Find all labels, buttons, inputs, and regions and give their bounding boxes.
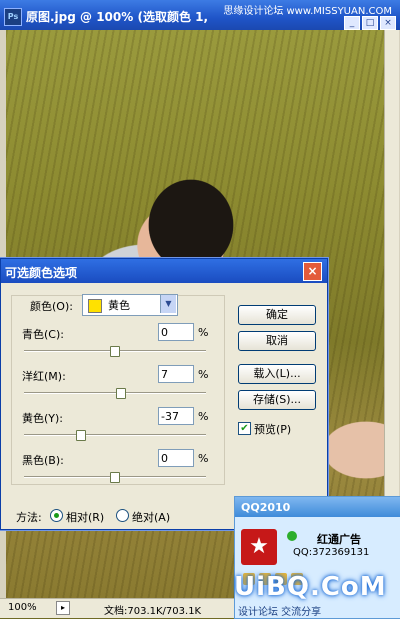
black-label: 黑色(B):	[22, 454, 64, 467]
yellow-input[interactable]: -37	[158, 407, 194, 425]
method-relative-label: 相对(R)	[66, 511, 105, 524]
black-input[interactable]: 0	[158, 449, 194, 467]
color-swatch	[88, 299, 102, 313]
magenta-percent: %	[198, 368, 209, 381]
dialog-title: 可选颜色选项	[5, 266, 78, 280]
close-window-button[interactable]: ×	[380, 16, 396, 30]
status-menu-icon[interactable]: ▸	[56, 601, 70, 615]
cyan-input[interactable]: 0	[158, 323, 194, 341]
load-button[interactable]: 载入(L)...	[238, 364, 316, 384]
window-controls: _ □ ×	[344, 16, 396, 30]
cyan-percent: %	[198, 326, 209, 339]
avatar[interactable]	[241, 529, 277, 565]
method-absolute-label: 绝对(A)	[132, 511, 171, 524]
black-slider-thumb[interactable]	[110, 472, 120, 483]
uibq-logo: UiBQ.CoM	[234, 572, 387, 602]
qq-id: QQ:372369131	[293, 547, 370, 558]
window-titlebar[interactable]: Ps 原图.jpg @ 100% (选取颜色 1, 思缘设计论坛 www.MIS…	[0, 0, 400, 30]
document-info: 文档:703.1K/703.1K	[104, 606, 202, 617]
yellow-slider-track[interactable]	[24, 434, 206, 436]
cancel-button[interactable]: 取消	[238, 331, 316, 351]
colors-select-value: 黄色	[108, 299, 130, 312]
magenta-label: 洋红(M):	[22, 370, 66, 383]
ok-button[interactable]: 确定	[238, 305, 316, 325]
method-absolute-radio[interactable]	[116, 509, 129, 522]
dialog-close-button[interactable]: ×	[303, 262, 322, 281]
cyan-label: 青色(C):	[22, 328, 64, 341]
colors-label: 颜色(O):	[30, 300, 73, 313]
window-title: 原图.jpg @ 100% (选取颜色 1,	[26, 10, 209, 24]
qq-title: QQ2010	[241, 501, 291, 514]
yellow-slider-thumb[interactable]	[76, 430, 87, 441]
photoshop-icon: Ps	[4, 8, 22, 26]
site-watermark: 思缘设计论坛 www.MISSYUAN.COM	[223, 6, 392, 17]
qq-contact-name: 红通广告	[317, 533, 361, 546]
online-status-icon	[287, 531, 297, 541]
yellow-percent: %	[198, 410, 209, 423]
method-relative-radio[interactable]	[50, 509, 63, 522]
uibq-logo-sub: 设计论坛 交流分享	[238, 607, 322, 618]
save-button[interactable]: 存储(S)...	[238, 390, 316, 410]
minimize-button[interactable]: _	[344, 16, 360, 30]
preview-label: 预览(P)	[254, 423, 292, 436]
chevron-down-icon[interactable]: ▼	[160, 295, 176, 313]
magenta-slider-thumb[interactable]	[116, 388, 127, 399]
magenta-slider-track[interactable]	[24, 392, 206, 394]
method-label: 方法:	[16, 511, 42, 524]
maximize-button[interactable]: □	[362, 16, 378, 30]
magenta-input[interactable]: 7	[158, 365, 194, 383]
black-percent: %	[198, 452, 209, 465]
qq-popup-header: QQ2010	[235, 497, 400, 517]
preview-checkbox[interactable]: ✔	[238, 422, 251, 435]
yellow-label: 黄色(Y):	[22, 412, 64, 425]
cyan-slider-thumb[interactable]	[110, 346, 120, 357]
dialog-titlebar[interactable]: 可选颜色选项 ×	[1, 259, 327, 283]
zoom-level[interactable]: 100%	[8, 602, 37, 613]
